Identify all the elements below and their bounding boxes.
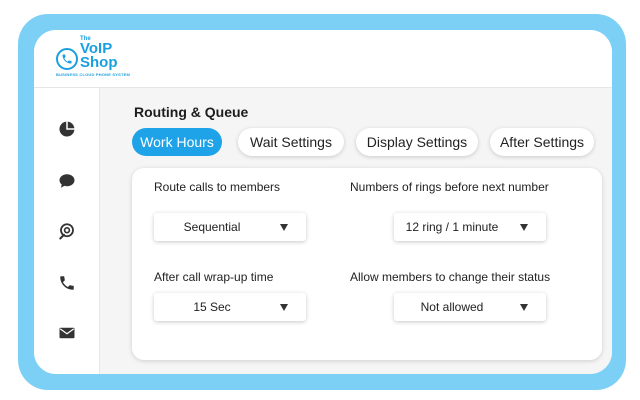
brand-logo[interactable]: The VoIP Shop BUSINESS CLOUD PHONE SYSTE… <box>54 34 154 82</box>
status-change-label: Allow members to change their status <box>350 270 551 284</box>
route-calls-label: Route calls to members <box>154 180 281 194</box>
app-window: The VoIP Shop BUSINESS CLOUD PHONE SYSTE… <box>34 30 612 374</box>
phone-icon[interactable] <box>58 274 76 292</box>
status-change-value: Not allowed <box>420 300 484 314</box>
rings-select[interactable]: 12 ring / 1 minute <box>394 213 546 241</box>
route-calls-select[interactable]: Sequential <box>154 213 306 241</box>
page-title: Routing & Queue <box>134 104 249 120</box>
tab-display-settings[interactable]: Display Settings <box>356 128 478 156</box>
location-pin-icon[interactable] <box>58 222 76 240</box>
rings-value: 12 ring / 1 minute <box>405 220 499 234</box>
chevron-down-icon <box>520 224 528 231</box>
chevron-down-icon <box>280 224 288 231</box>
pie-chart-icon[interactable] <box>58 120 76 138</box>
sidebar <box>34 88 100 374</box>
envelope-icon[interactable] <box>58 324 76 342</box>
tab-work-hours[interactable]: Work Hours <box>132 128 222 156</box>
chat-bubble-icon[interactable] <box>58 172 76 190</box>
chevron-down-icon <box>520 304 528 311</box>
wrapup-label: After call wrap-up time <box>154 270 274 284</box>
tab-after-settings[interactable]: After Settings <box>490 128 594 156</box>
logo-tagline: BUSINESS CLOUD PHONE SYSTEM <box>56 72 131 77</box>
phone-logo-icon <box>56 48 78 70</box>
wrapup-select[interactable]: 15 Sec <box>154 293 306 321</box>
logo-shop: Shop <box>80 54 118 71</box>
wrapup-value: 15 Sec <box>193 300 231 314</box>
status-change-select[interactable]: Not allowed <box>394 293 546 321</box>
chevron-down-icon <box>280 304 288 311</box>
tab-wait-settings[interactable]: Wait Settings <box>238 128 344 156</box>
rings-label: Numbers of rings before next number <box>350 180 549 194</box>
settings-panel: Route calls to members Sequential Number… <box>132 168 602 360</box>
route-calls-value: Sequential <box>183 220 241 234</box>
main-content: Routing & Queue Work Hours Wait Settings… <box>100 88 612 374</box>
top-bar: The VoIP Shop BUSINESS CLOUD PHONE SYSTE… <box>34 30 612 88</box>
